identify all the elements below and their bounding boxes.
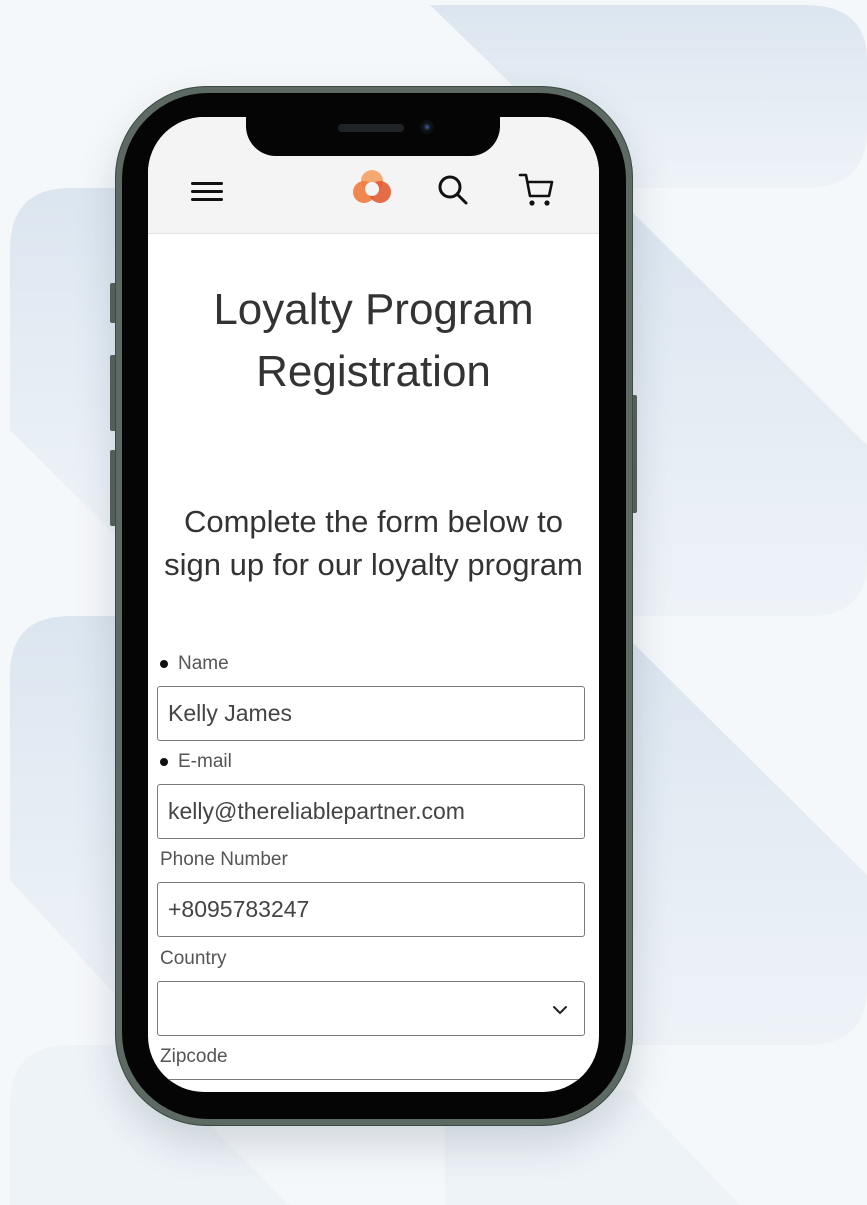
- phone-notch: [246, 112, 500, 156]
- required-bullet-icon: [160, 660, 168, 668]
- page-title: Loyalty Program Registration: [213, 285, 534, 396]
- country-label: Country: [160, 948, 227, 969]
- name-label-text: Name: [178, 653, 229, 674]
- bg-shape: [630, 640, 867, 1045]
- country-select[interactable]: [157, 981, 585, 1036]
- name-field[interactable]: [157, 686, 585, 741]
- bg-shape: [630, 210, 867, 616]
- required-bullet-icon: [160, 758, 168, 766]
- hamburger-menu-icon[interactable]: [191, 180, 223, 204]
- zipcode-field[interactable]: [157, 1079, 585, 1092]
- name-label: Name: [160, 653, 229, 675]
- search-icon[interactable]: [436, 173, 470, 207]
- page-subtitle: Complete the form below to sign up for o…: [164, 504, 583, 582]
- zipcode-label: Zipcode: [160, 1046, 228, 1067]
- shopping-cart-icon[interactable]: [517, 170, 557, 210]
- front-camera-icon: [420, 120, 434, 134]
- brand-logo-icon[interactable]: [351, 168, 393, 210]
- chevron-down-icon: [553, 1006, 567, 1014]
- email-label: E-mail: [160, 751, 232, 773]
- bg-shape: [10, 616, 120, 1000]
- phone-screen: Loyalty Program Registration Complete th…: [148, 117, 599, 1092]
- phone-field[interactable]: [157, 882, 585, 937]
- bg-shape: [10, 188, 120, 540]
- phone-speaker: [338, 124, 404, 132]
- phone-label: Phone Number: [160, 849, 288, 870]
- email-label-text: E-mail: [178, 751, 232, 772]
- email-field[interactable]: [157, 784, 585, 839]
